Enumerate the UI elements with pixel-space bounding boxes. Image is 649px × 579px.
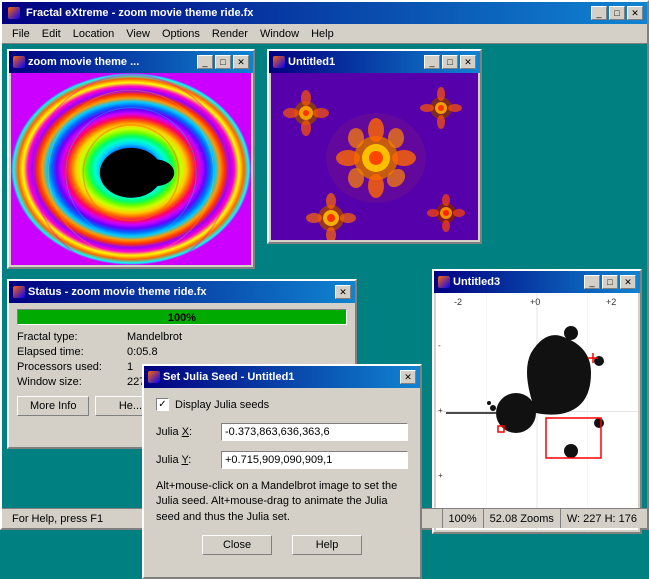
fractal1-icon xyxy=(13,56,25,68)
dialog-help-button[interactable]: Help xyxy=(292,535,362,555)
fractal1-controls: _ □ ✕ xyxy=(197,55,249,69)
julia-dialog-icon xyxy=(148,371,160,383)
svg-text:+2: +2 xyxy=(606,297,616,307)
fractal2-maximize[interactable]: □ xyxy=(442,55,458,69)
fractal3-close[interactable]: ✕ xyxy=(620,275,636,289)
julia-x-row: Julia X: xyxy=(156,423,408,441)
display-julia-checkbox[interactable]: ✓ xyxy=(156,398,169,411)
size-label: W: 227 H: 176 xyxy=(567,513,637,525)
julia-dialog: Set Julia Seed - Untitled1 ✕ ✓ Display J… xyxy=(142,364,422,579)
fractal2-canvas[interactable] xyxy=(271,73,478,240)
fractal3-controls: _ □ ✕ xyxy=(584,275,636,289)
zooms-label: 52.08 Zooms xyxy=(490,513,554,525)
menu-render[interactable]: Render xyxy=(206,26,254,42)
svg-text:+: + xyxy=(438,471,443,480)
julia-x-label: Julia X: xyxy=(156,426,221,438)
svg-text:+0: +0 xyxy=(530,297,540,307)
julia-y-input[interactable] xyxy=(221,451,408,469)
progress-text: 100% xyxy=(18,310,346,326)
fractal-window-3: Untitled3 _ □ ✕ xyxy=(432,269,642,534)
status-title-bar: Status - zoom movie theme ride.fx ✕ xyxy=(9,281,355,303)
fractal2-icon xyxy=(273,56,285,68)
fractal1-close[interactable]: ✕ xyxy=(233,55,249,69)
fractal2-minimize[interactable]: _ xyxy=(424,55,440,69)
svg-text:-2: -2 xyxy=(454,297,462,307)
zooms-section: 52.08 Zooms xyxy=(484,509,561,528)
fractal-window-1: zoom movie theme ... _ □ ✕ xyxy=(7,49,255,269)
fractal3-title: Untitled3 xyxy=(453,276,584,288)
fractal2-controls: _ □ ✕ xyxy=(424,55,476,69)
fractal-type-value: Mandelbrot xyxy=(127,331,182,343)
progress-bar-container: 100% xyxy=(17,309,347,325)
fractal2-close[interactable]: ✕ xyxy=(460,55,476,69)
fractal1-title-bar: zoom movie theme ... _ □ ✕ xyxy=(9,51,253,73)
dialog-info-text: Alt+mouse-click on a Mandelbrot image to… xyxy=(156,479,408,525)
processors-value: 1 xyxy=(127,361,133,373)
more-info-button[interactable]: More Info xyxy=(17,396,89,416)
menu-window[interactable]: Window xyxy=(254,26,305,42)
main-window-controls: _ □ ✕ xyxy=(591,6,643,20)
main-title: Fractal eXtreme - zoom movie theme ride.… xyxy=(26,7,591,19)
checkbox-label: Display Julia seeds xyxy=(175,399,269,411)
content-area: zoom movie theme ... _ □ ✕ xyxy=(2,44,647,508)
fractal3-image: -2 +0 +2 - + + xyxy=(436,293,638,530)
dialog-buttons: Close Help xyxy=(156,535,408,555)
fractal1-canvas[interactable] xyxy=(11,73,251,265)
status-close[interactable]: ✕ xyxy=(335,285,351,299)
fractal3-icon xyxy=(438,276,450,288)
menu-file[interactable]: File xyxy=(6,26,36,42)
menu-bar: File Edit Location View Options Render W… xyxy=(2,24,647,44)
size-section: W: 227 H: 176 xyxy=(561,509,643,528)
elapsed-label: Elapsed time: xyxy=(17,346,127,358)
elapsed-value: 0:05.8 xyxy=(127,346,158,358)
fractal-type-row: Fractal type: Mandelbrot xyxy=(17,331,347,343)
julia-y-label: Julia Y: xyxy=(156,454,221,466)
app-icon xyxy=(6,5,22,21)
julia-title-bar: Set Julia Seed - Untitled1 ✕ xyxy=(144,366,420,388)
julia-controls: ✕ xyxy=(400,370,416,384)
status-icon xyxy=(13,286,25,298)
fractal2-title-bar: Untitled1 _ □ ✕ xyxy=(269,51,480,73)
fractal3-title-bar: Untitled3 _ □ ✕ xyxy=(434,271,640,293)
menu-view[interactable]: View xyxy=(120,26,156,42)
main-maximize-button[interactable]: □ xyxy=(609,6,625,20)
julia-y-row: Julia Y: xyxy=(156,451,408,469)
julia-close-btn[interactable]: ✕ xyxy=(400,370,416,384)
menu-help[interactable]: Help xyxy=(305,26,340,42)
zoom-percent: 100% xyxy=(449,513,477,525)
fractal-type-label: Fractal type: xyxy=(17,331,127,343)
checkbox-row: ✓ Display Julia seeds xyxy=(156,398,408,411)
julia-x-input[interactable] xyxy=(221,423,408,441)
fractal3-maximize[interactable]: □ xyxy=(602,275,618,289)
elapsed-row: Elapsed time: 0:05.8 xyxy=(17,346,347,358)
fractal1-title: zoom movie theme ... xyxy=(28,56,197,68)
fractal3-canvas[interactable]: -2 +0 +2 - + + xyxy=(436,293,638,530)
menu-edit[interactable]: Edit xyxy=(36,26,67,42)
fractal-window-2: Untitled1 _ □ ✕ xyxy=(267,49,482,244)
fractal1-maximize[interactable]: □ xyxy=(215,55,231,69)
fractal3-minimize[interactable]: _ xyxy=(584,275,600,289)
status-controls: ✕ xyxy=(335,285,351,299)
dialog-close-button[interactable]: Close xyxy=(202,535,272,555)
zoom-percent-section: 100% xyxy=(443,509,484,528)
main-window: Fractal eXtreme - zoom movie theme ride.… xyxy=(0,0,649,530)
processors-label: Processors used: xyxy=(17,361,127,373)
fractal1-minimize[interactable]: _ xyxy=(197,55,213,69)
dialog-content: ✓ Display Julia seeds Julia X: Julia Y: … xyxy=(144,388,420,565)
main-close-button[interactable]: ✕ xyxy=(627,6,643,20)
help-text: For Help, press F1 xyxy=(12,513,103,525)
fractal2-title: Untitled1 xyxy=(288,56,424,68)
status-title: Status - zoom movie theme ride.fx xyxy=(28,286,335,298)
fractal2-image xyxy=(271,73,478,240)
window-size-label: Window size: xyxy=(17,376,127,388)
menu-options[interactable]: Options xyxy=(156,26,206,42)
julia-title: Set Julia Seed - Untitled1 xyxy=(163,371,400,383)
main-minimize-button[interactable]: _ xyxy=(591,6,607,20)
fractal1-image xyxy=(11,73,251,265)
menu-location[interactable]: Location xyxy=(67,26,121,42)
main-title-bar: Fractal eXtreme - zoom movie theme ride.… xyxy=(2,2,647,24)
svg-text:-: - xyxy=(438,341,441,350)
svg-text:+: + xyxy=(438,406,443,415)
